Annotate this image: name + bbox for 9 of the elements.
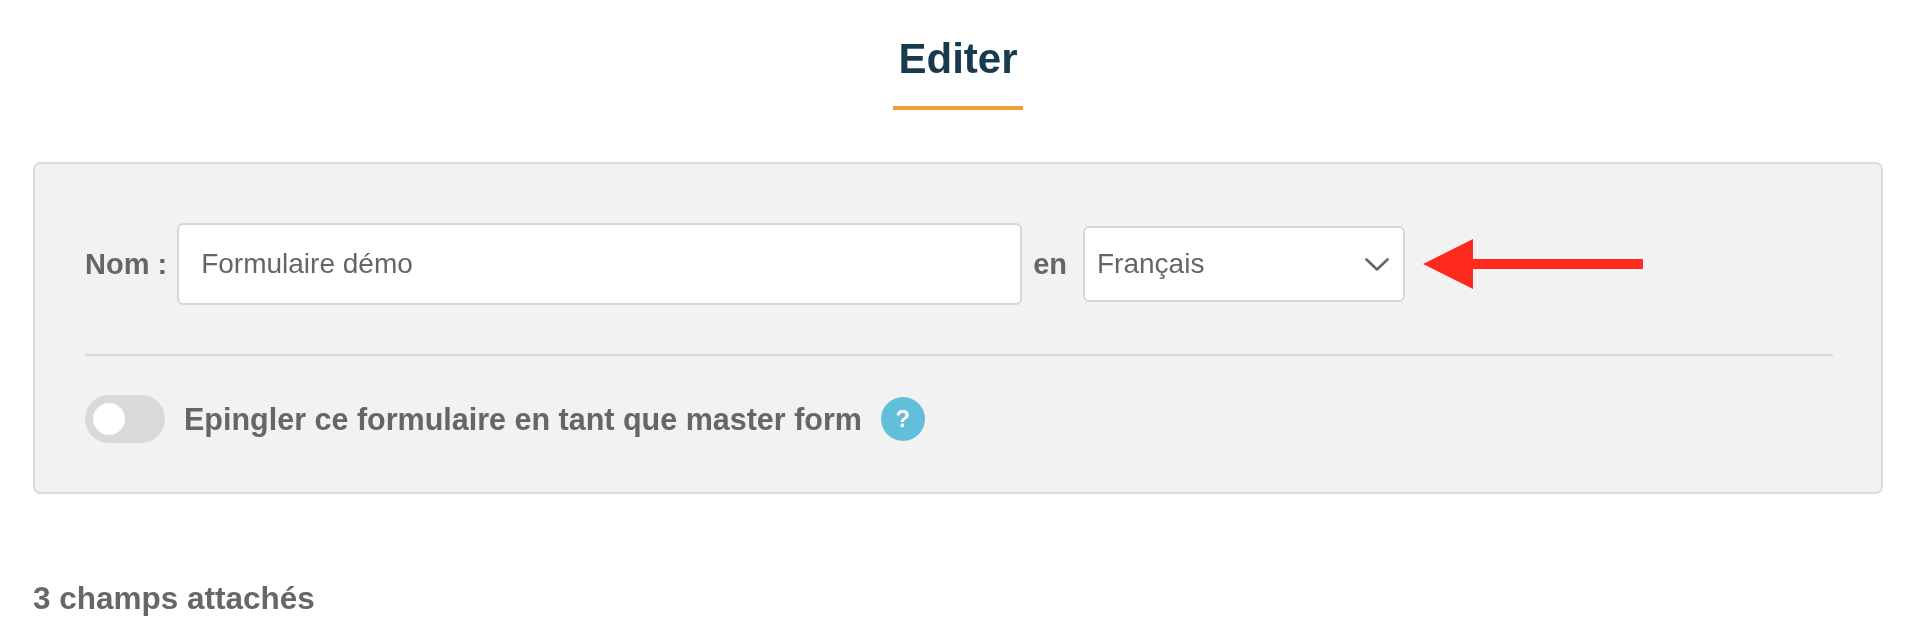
language-label: en	[1033, 247, 1067, 281]
fields-count: 3 champs attachés	[33, 580, 315, 616]
pin-toggle[interactable]	[85, 395, 165, 443]
chevron-down-icon	[1365, 257, 1389, 271]
language-select[interactable]: Français	[1083, 226, 1405, 302]
page-title: Editer	[898, 34, 1018, 84]
name-label: Nom :	[85, 247, 168, 281]
toggle-label: Epingler ce formulaire en tant que master form	[184, 401, 862, 437]
name-input[interactable]: Formulaire démo	[177, 223, 1023, 305]
